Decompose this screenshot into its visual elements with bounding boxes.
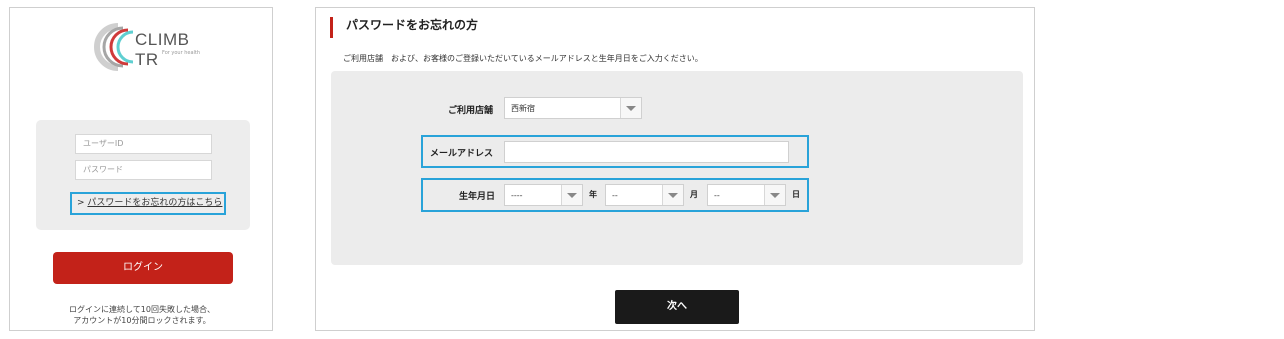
birthdate-label: 生年月日 (459, 192, 496, 202)
birth-day-value: -- (714, 191, 720, 200)
chevron-down-icon (561, 185, 582, 205)
password-input[interactable]: パスワード (75, 160, 212, 180)
year-unit: 年 (589, 190, 597, 199)
birth-day-select[interactable]: -- (707, 184, 786, 206)
forgot-password-label: パスワードをお忘れの方はこちら (87, 198, 223, 208)
link-arrow-icon: > (77, 198, 85, 208)
forgot-password-panel: パスワードをお忘れの方 ご利用店舗 および、お客様のご登録いただいているメールア… (315, 7, 1035, 331)
form-area: ご利用店舗 西新宿 メールアドレス 生年月日 ---- 年 -- 月 -- 日 (331, 71, 1023, 265)
birth-year-value: ---- (511, 191, 523, 200)
birth-month-value: -- (612, 191, 618, 200)
store-label: ご利用店舗 (448, 106, 494, 116)
login-button[interactable]: ログイン (53, 252, 233, 284)
birth-month-select[interactable]: -- (605, 184, 684, 206)
birth-year-select[interactable]: ---- (504, 184, 583, 206)
forgot-password-link[interactable]: > パスワードをお忘れの方はこちら (70, 192, 226, 215)
login-box: ユーザーID パスワード > パスワードをお忘れの方はこちら (36, 120, 250, 230)
next-button[interactable]: 次へ (615, 290, 739, 324)
email-input[interactable] (504, 141, 789, 163)
chevron-down-icon (764, 185, 785, 205)
store-select[interactable]: 西新宿 (504, 97, 642, 119)
store-value: 西新宿 (511, 104, 535, 113)
lock-note-line2: アカウントが10分間ロックされます。 (73, 316, 211, 325)
logo-tagline: For your health (162, 50, 201, 56)
day-unit: 日 (792, 190, 800, 199)
login-panel: CLIMB TR For your health ユーザーID パスワード > … (9, 7, 273, 331)
email-label: メールアドレス (430, 149, 494, 159)
heading-accent-bar (330, 17, 333, 38)
chevron-down-icon (662, 185, 683, 205)
climb-tr-logo-icon: CLIMB TR For your health (88, 22, 218, 74)
month-unit: 月 (690, 190, 698, 199)
lock-note-line1: ログインに連続して10回失敗した場合、 (69, 305, 215, 314)
chevron-down-icon (620, 98, 641, 118)
lock-note: ログインに連続して10回失敗した場合、 アカウントが10分間ロックされます。 (10, 304, 274, 326)
user-id-input[interactable]: ユーザーID (75, 134, 212, 154)
page-title: パスワードをお忘れの方 (346, 18, 479, 32)
instruction-text: ご利用店舗 および、お客様のご登録いただいているメールアドレスと生年月日をご入力… (343, 54, 703, 63)
